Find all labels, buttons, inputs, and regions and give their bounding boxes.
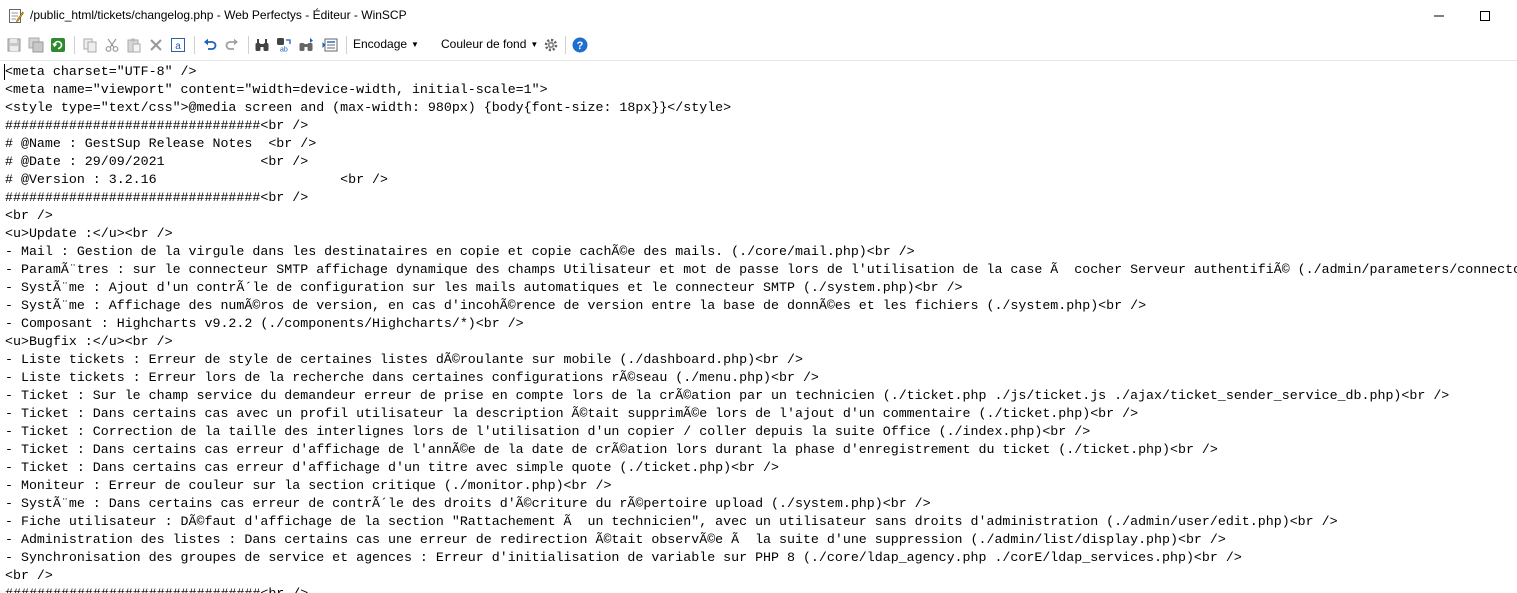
code-line[interactable]: - Ticket : Dans certains cas erreur d'af… [5, 459, 1517, 477]
maximize-button[interactable] [1462, 0, 1508, 32]
toolbar-separator [74, 36, 75, 54]
find-icon[interactable] [252, 35, 272, 55]
save-all-icon[interactable] [26, 35, 46, 55]
code-line[interactable]: <u>Update :</u><br /> [5, 225, 1517, 243]
code-line[interactable]: - SystÃ¨me : Ajout d'un contrÃ´le de con… [5, 279, 1517, 297]
code-line[interactable]: # @Version : 3.2.16 <br /> [5, 171, 1517, 189]
redo-icon[interactable] [222, 35, 242, 55]
save-icon[interactable] [4, 35, 24, 55]
code-line[interactable]: # @Date : 29/09/2021 <br /> [5, 153, 1517, 171]
code-line[interactable]: <u>Bugfix :</u><br /> [5, 333, 1517, 351]
window-title: /public_html/tickets/changelog.php - Web… [30, 8, 407, 22]
paste-icon[interactable] [124, 35, 144, 55]
code-line[interactable]: - Ticket : Sur le champ service du deman… [5, 387, 1517, 405]
svg-text:?: ? [577, 40, 584, 52]
svg-text:ab: ab [280, 47, 288, 54]
chevron-down-icon: ▼ [530, 40, 539, 49]
cut-icon[interactable] [102, 35, 122, 55]
reload-icon[interactable] [48, 35, 68, 55]
code-line[interactable]: <meta name="viewport" content="width=dev… [5, 81, 1517, 99]
encoding-label: Encodage [353, 37, 408, 51]
select-all-icon[interactable]: a [168, 35, 188, 55]
code-line[interactable]: <br /> [5, 567, 1517, 585]
code-line[interactable]: - SystÃ¨me : Dans certains cas erreur de… [5, 495, 1517, 513]
code-line[interactable]: - SystÃ¨me : Affichage des numÃ©ros de v… [5, 297, 1517, 315]
code-line[interactable]: - Liste tickets : Erreur lors de la rech… [5, 369, 1517, 387]
editor-content[interactable]: <meta charset="UTF-8" /> <meta name="view… [5, 63, 1517, 593]
editor-app-icon [8, 8, 24, 24]
background-color-label: Couleur de fond [441, 37, 527, 51]
code-line[interactable]: - Ticket : Dans certains cas avec un pro… [5, 405, 1517, 423]
code-line[interactable]: - Moniteur : Erreur de couleur sur la se… [5, 477, 1517, 495]
minimize-button[interactable] [1416, 0, 1462, 32]
toolbar-separator [346, 36, 347, 54]
delete-icon[interactable] [146, 35, 166, 55]
replace-icon[interactable]: ab [274, 35, 294, 55]
code-line[interactable]: ################################<br /> [5, 117, 1517, 135]
code-line[interactable]: - Ticket : Correction de la taille des i… [5, 423, 1517, 441]
code-line[interactable]: # @Name : GestSup Release Notes <br /> [5, 135, 1517, 153]
code-line[interactable]: <br /> [5, 207, 1517, 225]
encoding-dropdown[interactable]: Encodage ▼ [353, 37, 419, 51]
help-icon[interactable]: ? [570, 35, 590, 55]
settings-icon[interactable] [541, 35, 561, 55]
chevron-down-icon: ▼ [411, 40, 419, 49]
code-line[interactable]: ################################<br /> [5, 189, 1517, 207]
code-line[interactable]: - Mail : Gestion de la virgule dans les … [5, 243, 1517, 261]
editor-toolbar: a ab Encodage ▼ Couleur de fond ▼ ? [0, 32, 1517, 81]
code-line[interactable]: - Composant : Highcharts v9.2.2 (./compo… [5, 315, 1517, 333]
text-editor-area[interactable]: <meta charset="UTF-8" /> <meta name="view… [0, 60, 1517, 593]
title-bar: /public_html/tickets/changelog.php - Web… [0, 0, 1517, 32]
code-line[interactable]: - Administration des listes : Dans certa… [5, 531, 1517, 549]
toolbar-separator [565, 36, 566, 54]
copy-icon[interactable] [80, 35, 100, 55]
code-line[interactable]: - Ticket : Dans certains cas erreur d'af… [5, 441, 1517, 459]
toolbar-separator [248, 36, 249, 54]
code-line[interactable]: - Synchronisation des groupes de service… [5, 549, 1517, 567]
code-line[interactable]: - ParamÃ¨tres : sur le connecteur SMTP a… [5, 261, 1517, 279]
code-line[interactable]: - Liste tickets : Erreur de style de cer… [5, 351, 1517, 369]
goto-line-icon[interactable] [320, 35, 340, 55]
toolbar-separator [194, 36, 195, 54]
find-next-icon[interactable] [296, 35, 316, 55]
undo-icon[interactable] [200, 35, 220, 55]
code-line[interactable]: <style type="text/css">@media screen and… [5, 99, 1517, 117]
background-color-dropdown[interactable]: Couleur de fond ▼ [441, 37, 538, 51]
svg-text:a: a [175, 41, 181, 52]
code-line[interactable]: - Fiche utilisateur : DÃ©faut d'affichag… [5, 513, 1517, 531]
code-line[interactable]: <meta charset="UTF-8" /> [5, 63, 1517, 81]
